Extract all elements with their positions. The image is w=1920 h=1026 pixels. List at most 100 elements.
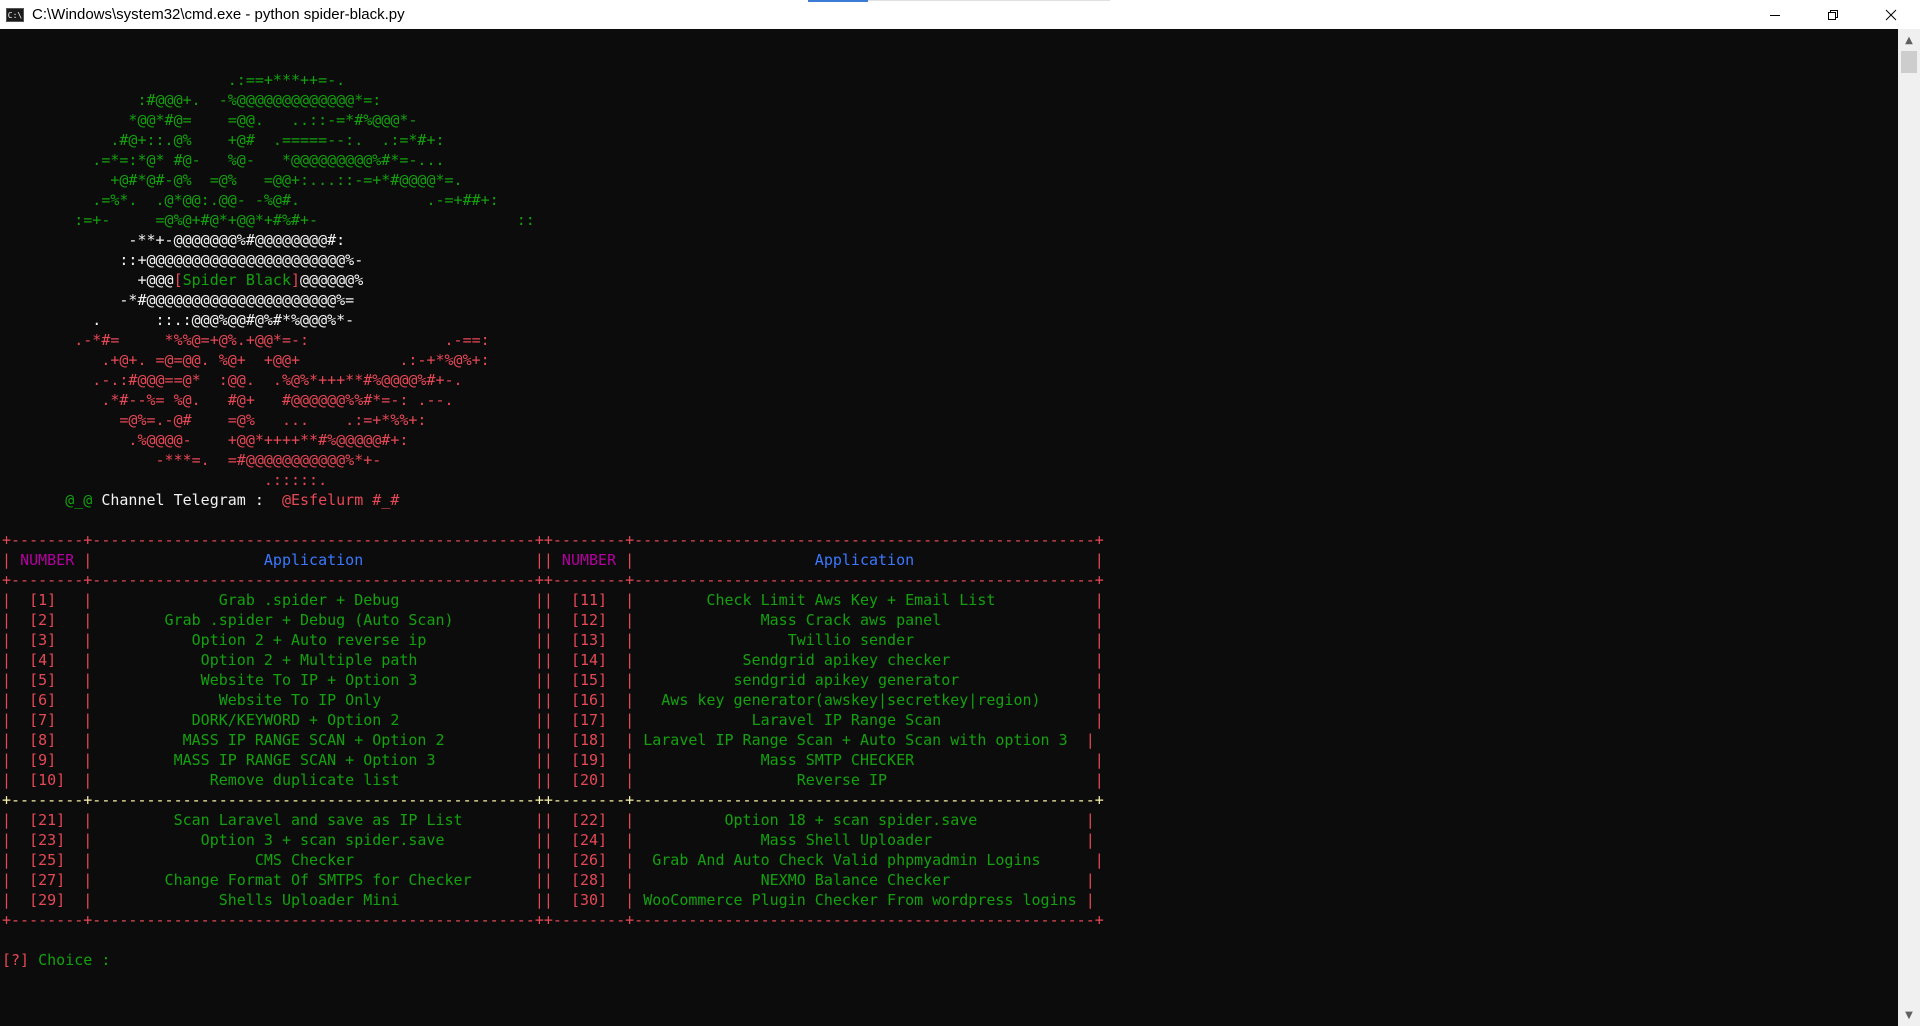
scrollbar-thumb[interactable] — [1901, 51, 1917, 73]
console-text: || [24] | — [534, 831, 635, 849]
console-text: Grab And Auto Check Valid phpmyadmin Log… — [634, 851, 1095, 869]
console-text: | — [1094, 651, 1104, 669]
console-text: | — [1094, 551, 1104, 569]
console-text: || [16] | — [534, 691, 635, 709]
console-text: MASS IP RANGE SCAN + Option 3 — [92, 751, 535, 769]
accent-line — [808, 0, 868, 2]
minimize-button[interactable] — [1746, 0, 1804, 29]
console-text: | — [1085, 831, 1095, 849]
close-icon — [1885, 9, 1897, 20]
console-line: | [4] | Option 2 + Multiple path || [14]… — [2, 650, 1104, 670]
console-text: sendgrid apikey generator — [634, 671, 1095, 689]
console-line: .#@+::.@% +@# .=====--:. .:=*#+: — [2, 130, 1104, 150]
console-text: +@#*@#-@% =@% =@@+:...::-=+*#@@@@*=. — [2, 171, 463, 189]
console-text: | — [1094, 631, 1104, 649]
console-text: | [29] | — [2, 891, 93, 909]
console-text: @_@ — [2, 491, 102, 509]
console-text: | [27] | — [2, 871, 93, 889]
console-text: | — [1085, 811, 1095, 829]
console-text: || [22] | — [534, 811, 635, 829]
console-text: | — [74, 551, 93, 569]
console-text: | [8] | — [2, 731, 93, 749]
console-text: . ::.:@@@%@@#@%#*%@@@%*- — [2, 311, 355, 329]
console-text: Option 3 + scan spider.save — [92, 831, 535, 849]
separator-line — [868, 0, 1110, 1]
console-text: Shells Uploader Mini — [92, 891, 535, 909]
console-text: Choice : — [29, 951, 120, 969]
console-text: || [18] | — [534, 731, 635, 749]
console-text: @Esfelurm #_# — [281, 491, 400, 509]
console-text: Channel Telegram : — [101, 491, 282, 509]
console-text: Change Format Of SMTPS for Checker — [92, 871, 535, 889]
console-text: | — [1094, 751, 1104, 769]
console-text: | — [1094, 711, 1104, 729]
vertical-scrollbar[interactable]: ▲ ▼ — [1898, 29, 1920, 1026]
console-text: [?] — [2, 951, 30, 969]
cmd-icon: C:\ — [6, 7, 24, 22]
console-text: | — [1094, 591, 1104, 609]
console-text: -*#@@@@@@@@@@@@@@@@@@@@@%= — [2, 291, 355, 309]
console-line: | [9] | MASS IP RANGE SCAN + Option 3 ||… — [2, 750, 1104, 770]
scroll-up-icon[interactable]: ▲ — [1898, 31, 1920, 49]
restore-icon — [1828, 9, 1838, 20]
console-text: Sendgrid apikey checker — [634, 651, 1095, 669]
console-text: -***=. =#@@@@@@@@@@@%*+- — [2, 451, 382, 469]
console-text: | [7] | — [2, 711, 93, 729]
console-text: Grab .spider + Debug — [92, 591, 535, 609]
console-line: .-.:#@@@==@* :@@. .%@%*+++**#%@@@@%#+-. — [2, 370, 1104, 390]
console-line: | [25] | CMS Checker || [26] | Grab And … — [2, 850, 1104, 870]
console-text: Application — [92, 551, 535, 569]
console-text: +--------+------------------------------… — [2, 791, 1104, 809]
console-line: -**+-@@@@@@@%#@@@@@@@@#: — [2, 230, 1104, 250]
console-text: =@%=.-@# =@% ... .:=+*%%+: — [2, 411, 427, 429]
close-button[interactable] — [1862, 0, 1920, 29]
console-line: | [7] | DORK/KEYWORD + Option 2 || [17] … — [2, 710, 1104, 730]
console-line: +--------+------------------------------… — [2, 790, 1104, 810]
console-output[interactable]: .:==+***++=-. :#@@@+. -%@@@@@@@@@@@@@*=:… — [0, 29, 1898, 1026]
console-text: .-.:#@@@==@* :@@. .%@%*+++**#%@@@@%#+-. — [2, 371, 463, 389]
console-line: . ::.:@@@%@@#@%#*%@@@%*- — [2, 310, 1104, 330]
console-text: .+@+. =@=@@. %@+ +@@+ .:-+*%@%+: — [2, 351, 490, 369]
console-text: || [13] | — [534, 631, 635, 649]
console-line: .=%*. .@*@@:.@@- -%@#. .-=+##+: — [2, 190, 1104, 210]
console-text: Mass Shell Uploader — [634, 831, 1086, 849]
console-text: | [23] | — [2, 831, 93, 849]
console-text: Option 2 + Multiple path — [92, 651, 535, 669]
console-text: +--------+------------------------------… — [2, 571, 1104, 589]
console-line: :=+- =@%@+#@*+@@*+#%#+- :: — [2, 210, 1104, 230]
title-bar[interactable]: C:\ C:\Windows\system32\cmd.exe - python… — [0, 0, 1920, 29]
console-text: DORK/KEYWORD + Option 2 — [92, 711, 535, 729]
console-text: || — [534, 551, 562, 569]
console-text: Option 18 + scan spider.save — [634, 811, 1086, 829]
console-line: | [8] | MASS IP RANGE SCAN + Option 2 ||… — [2, 730, 1104, 750]
window-controls — [1746, 0, 1920, 29]
console-text: | — [1094, 771, 1104, 789]
console-text: Remove duplicate list — [92, 771, 535, 789]
console-text: Mass SMTP CHECKER — [634, 751, 1095, 769]
console-text: || [17] | — [534, 711, 635, 729]
console-text: || [19] | — [534, 751, 635, 769]
console-text: Spider Black — [182, 271, 291, 289]
console-line: | NUMBER | Application || NUMBER | Appli… — [2, 550, 1104, 570]
console-text: | — [1094, 611, 1104, 629]
console-line: +@@@[Spider Black]@@@@@@% — [2, 270, 1104, 290]
console-text: | [4] | — [2, 651, 93, 669]
console-line: | [1] | Grab .spider + Debug || [11] | C… — [2, 590, 1104, 610]
console-text: Laravel IP Range Scan + Auto Scan with o… — [634, 731, 1086, 749]
console-text: | — [1094, 691, 1104, 709]
console-text: | [3] | — [2, 631, 93, 649]
console-line: .=*=:*@* #@- %@- *@@@@@@@@@%#*=-... — [2, 150, 1104, 170]
console-line: -*#@@@@@@@@@@@@@@@@@@@@@%= — [2, 290, 1104, 310]
console-line: +@#*@#-@% =@% =@@+:...::-=+*#@@@@*=. — [2, 170, 1104, 190]
console-line: .+@+. =@=@@. %@+ +@@+ .:-+*%@%+: — [2, 350, 1104, 370]
restore-button[interactable] — [1804, 0, 1862, 29]
console-text: CMS Checker — [92, 851, 535, 869]
console-text: NUMBER — [561, 551, 617, 569]
console-text: Website To IP + Option 3 — [92, 671, 535, 689]
console-line: +--------+------------------------------… — [2, 570, 1104, 590]
console-line: [?] Choice : — [2, 950, 1104, 970]
console-line: | [3] | Option 2 + Auto reverse ip || [1… — [2, 630, 1104, 650]
scroll-down-icon[interactable]: ▼ — [1898, 1006, 1920, 1024]
console-line: | [23] | Option 3 + scan spider.save || … — [2, 830, 1104, 850]
console-text: +--------+------------------------------… — [2, 531, 1104, 549]
